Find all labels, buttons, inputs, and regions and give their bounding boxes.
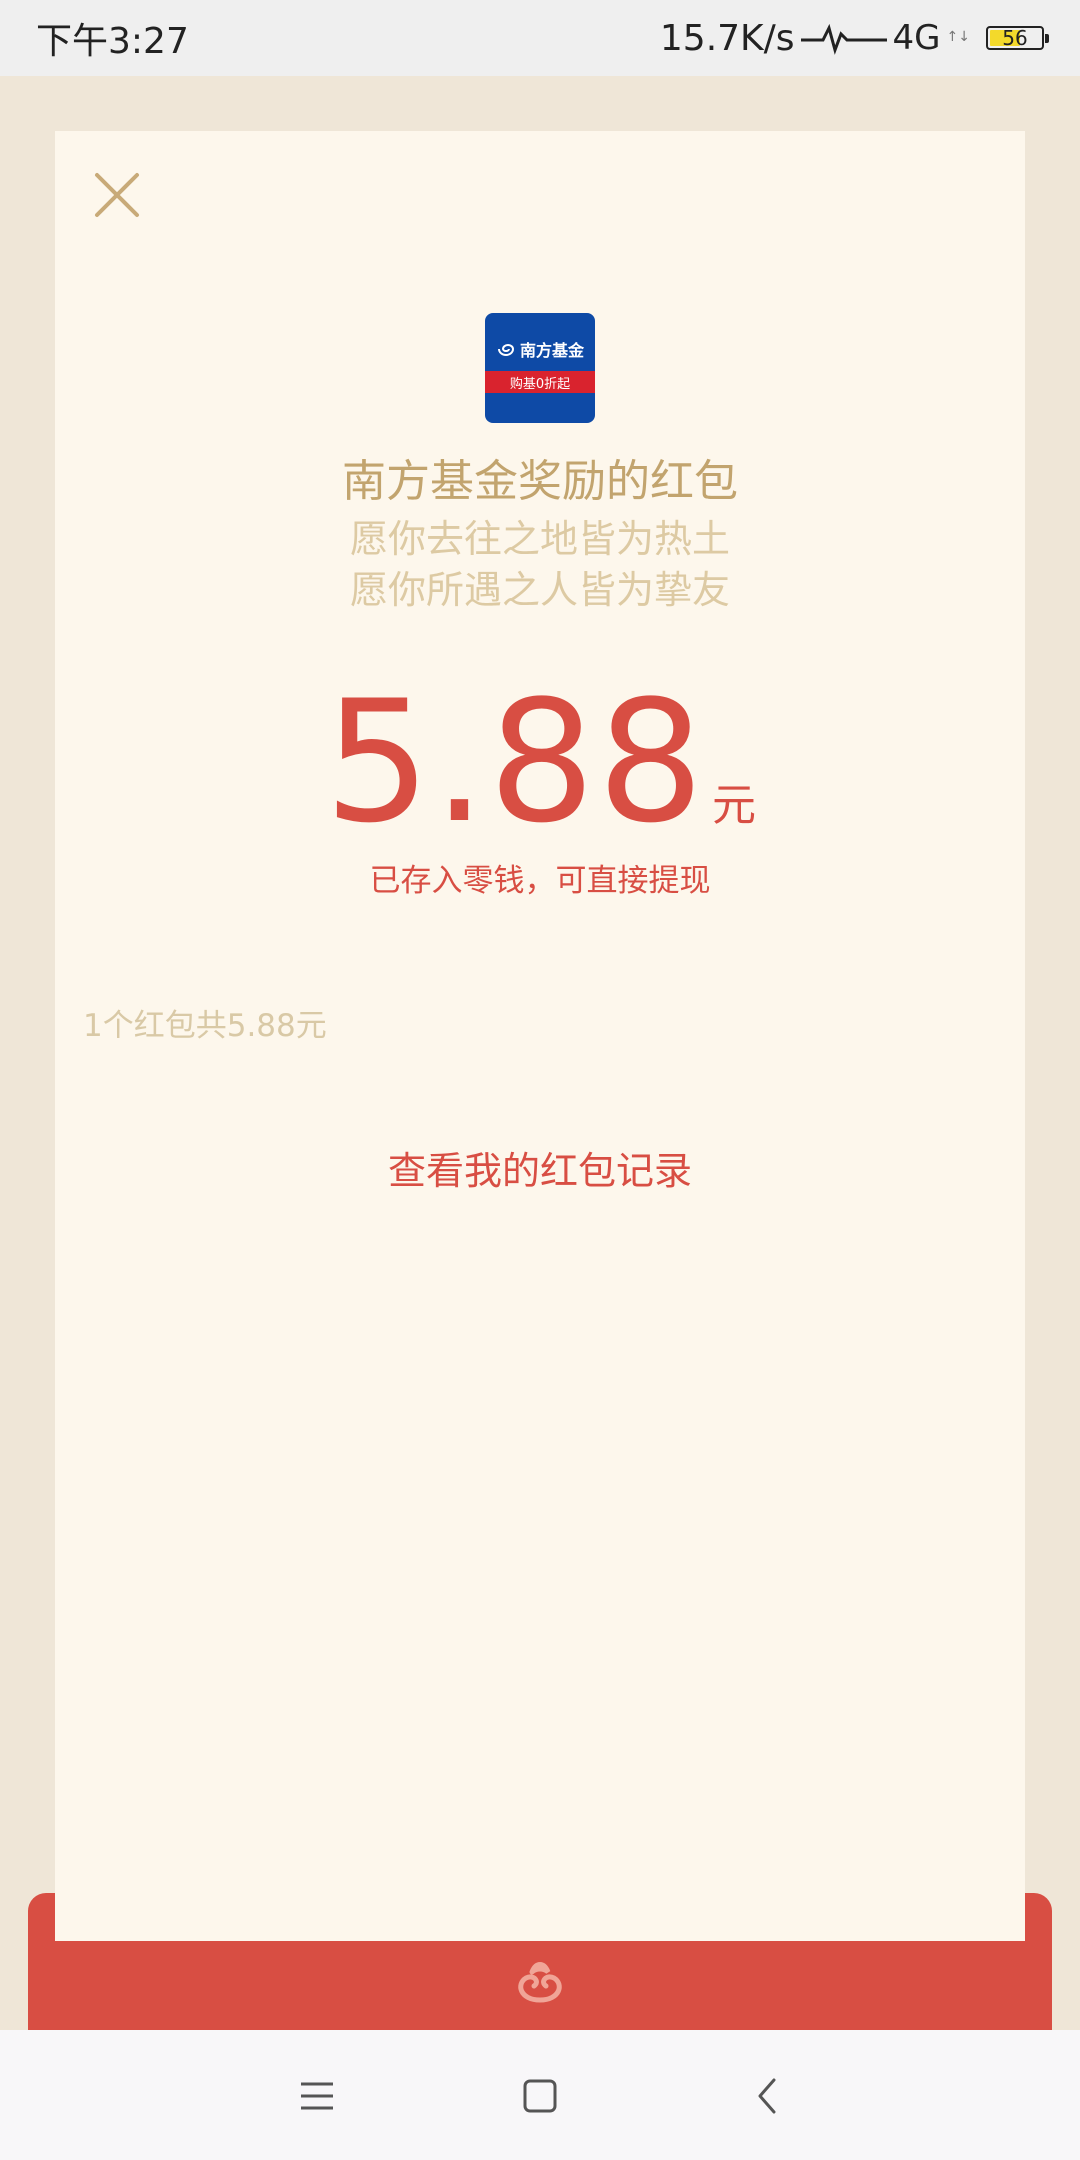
logo-brand-text: 南方基金 [519, 341, 584, 360]
swirl-icon [497, 344, 514, 356]
amount-value: 5.88 [323, 664, 707, 860]
battery-cap [1045, 34, 1049, 43]
amount-row: 5.88 元 [0, 670, 1080, 855]
blessing-line-1: 愿你去往之地皆为热土 [349, 517, 730, 561]
menu-icon[interactable] [295, 2074, 339, 2118]
blessing-line-2: 愿你所遇之人皆为挚友 [349, 568, 730, 612]
status-bar: 下午3:27 15.7K/s 4G ↑↓ 56 [0, 0, 1080, 76]
saved-note: 已存入零钱，可直接提现 [369, 863, 711, 899]
cloud-emblem-icon [518, 1962, 562, 2003]
network-speed: 15.7K/s [659, 17, 795, 59]
logo-ribbon: 购基0折起 [485, 371, 595, 393]
network-activity-icon: ↑↓ [946, 28, 970, 45]
back-chevron-icon[interactable] [746, 2074, 790, 2118]
network-type: 4G [892, 18, 941, 58]
nanfang-fund-logo-icon: 南方基金 购基0折起 [485, 313, 595, 423]
logo-brand: 南方基金 [485, 337, 595, 361]
status-time: 下午3:27 [36, 21, 189, 62]
packet-title: 南方基金奖励的红包 [342, 456, 738, 507]
packet-summary: 1个红包共5.88元 [83, 1008, 327, 1044]
status-indicators: 15.7K/s 4G ↑↓ 56 [659, 17, 1049, 59]
home-square-icon[interactable] [518, 2074, 562, 2118]
currency-unit: 元 [712, 780, 757, 831]
battery-icon: 56 [986, 26, 1049, 50]
battery-level: 56 [1002, 26, 1028, 50]
view-records-link[interactable]: 查看我的红包记录 [0, 1140, 1080, 1195]
close-icon[interactable] [92, 170, 142, 220]
signal-wave-icon [800, 23, 887, 55]
paper-zigzag-edge [55, 1930, 1025, 1950]
